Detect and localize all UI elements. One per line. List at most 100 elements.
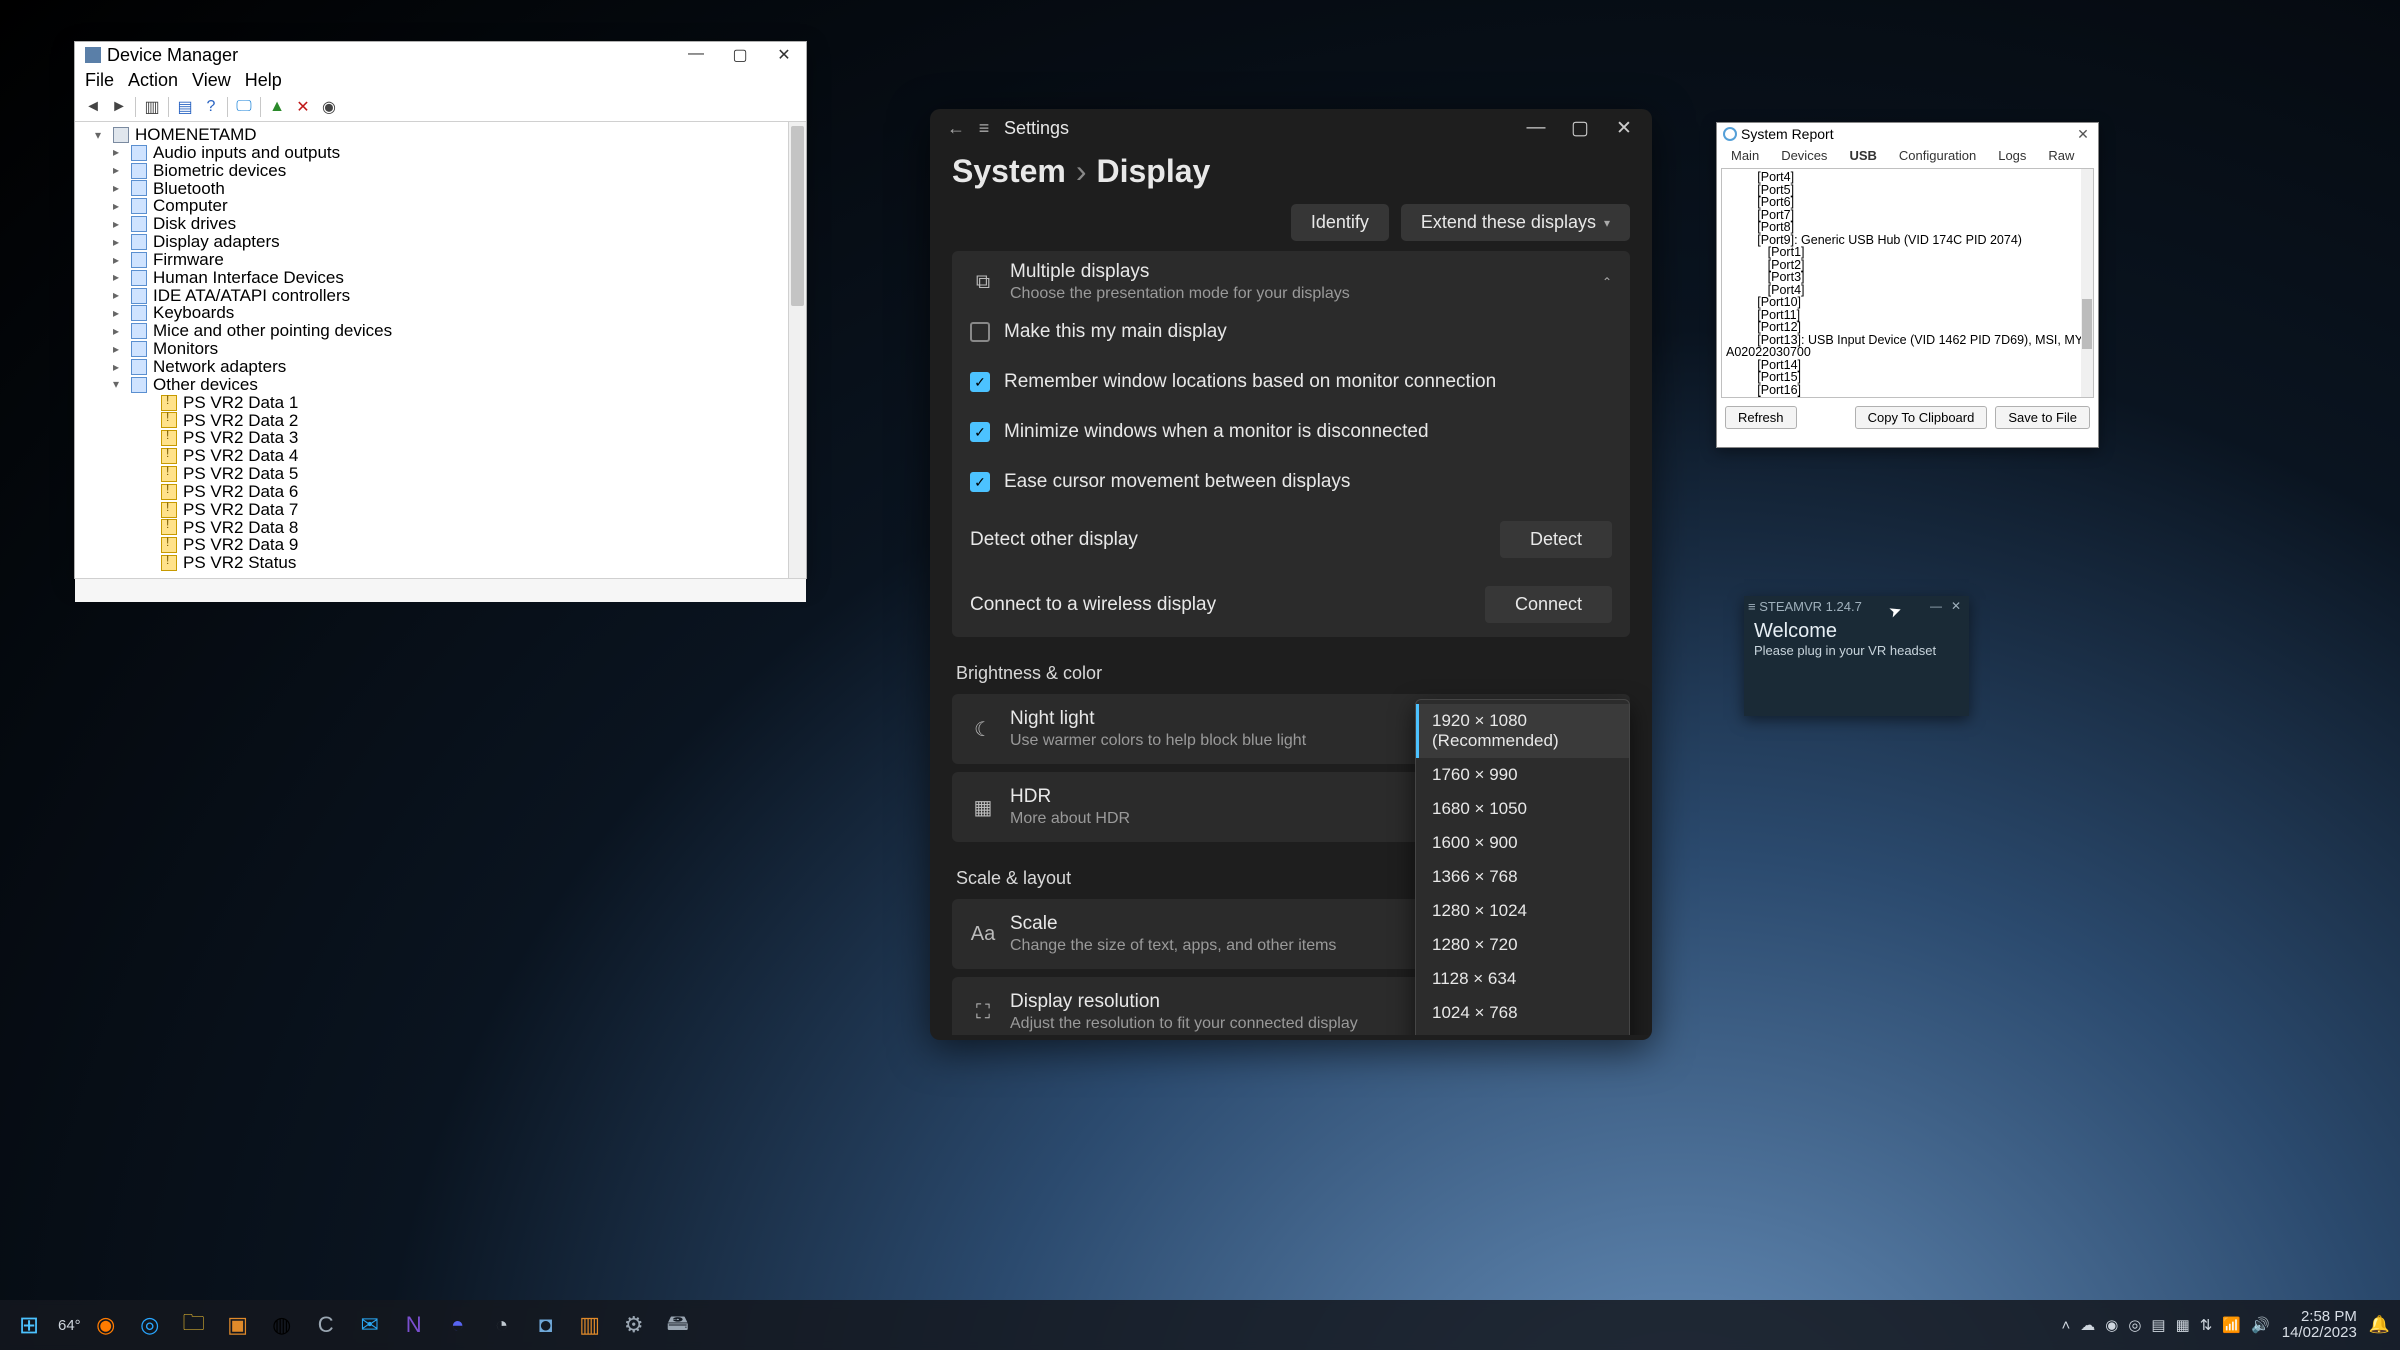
copilot-icon[interactable]: C: [307, 1306, 345, 1344]
steam-icon[interactable]: ◔: [483, 1306, 521, 1344]
sr-tab[interactable]: Configuration: [1889, 145, 1986, 166]
tree-device[interactable]: PS VR2 Status: [95, 554, 784, 572]
st-close-button[interactable]: ✕: [1602, 117, 1646, 140]
tree-device[interactable]: PS VR2 Data 9: [95, 536, 784, 554]
sr-tab[interactable]: Devices: [1771, 145, 1837, 166]
tree-category[interactable]: ▸Display adapters: [95, 233, 784, 251]
tree-category[interactable]: ▸Audio inputs and outputs: [95, 144, 784, 162]
tree-category[interactable]: ▸Bluetooth: [95, 180, 784, 198]
tree-category[interactable]: ▸Computer: [95, 197, 784, 215]
tree-category[interactable]: ▸Mice and other pointing devices: [95, 322, 784, 340]
tree-device[interactable]: PS VR2 Data 2: [95, 412, 784, 430]
forward-icon[interactable]: ►: [107, 95, 131, 119]
resolution-option[interactable]: 1280 × 720: [1416, 928, 1629, 962]
tray-icon[interactable]: ◉: [2105, 1316, 2118, 1334]
sr-tab[interactable]: Main: [1721, 145, 1769, 166]
tree-device[interactable]: PS VR2 Data 3: [95, 429, 784, 447]
sr-titlebar[interactable]: System Report ✕: [1717, 123, 2098, 145]
dm-maximize-button[interactable]: ▢: [718, 45, 762, 65]
resolution-option[interactable]: 800 × 600: [1416, 1030, 1629, 1035]
tree-device[interactable]: PS VR2 Data 1: [95, 394, 784, 412]
uninstall-device-icon[interactable]: ✕: [291, 95, 315, 119]
chevron-up-icon[interactable]: ⌃: [1602, 275, 1612, 289]
tree-category[interactable]: ▸Firmware: [95, 251, 784, 269]
st-minimize-button[interactable]: —: [1514, 117, 1558, 140]
update-driver-icon[interactable]: ◉: [317, 95, 341, 119]
wifi-icon[interactable]: 📶: [2222, 1316, 2241, 1334]
sr-scrollbar[interactable]: [2081, 169, 2093, 397]
back-icon[interactable]: ◄: [81, 95, 105, 119]
properties-icon[interactable]: ▤: [173, 95, 197, 119]
dm-minimize-button[interactable]: —: [674, 45, 718, 65]
tree-category[interactable]: ▸Disk drives: [95, 215, 784, 233]
tree-device[interactable]: PS VR2 Data 4: [95, 447, 784, 465]
dm-close-button[interactable]: ✕: [762, 45, 806, 65]
tray-icon[interactable]: ▦: [2176, 1316, 2190, 1334]
dm-titlebar[interactable]: Device Manager — ▢ ✕: [75, 42, 806, 68]
st-titlebar[interactable]: ← ≡ Settings — ▢ ✕: [930, 109, 1652, 147]
dm-menu-view[interactable]: View: [192, 70, 231, 91]
copy-clipboard-button[interactable]: Copy To Clipboard: [1855, 406, 1988, 429]
enable-device-icon[interactable]: ▲: [265, 95, 289, 119]
tree-device[interactable]: PS VR2 Data 5: [95, 465, 784, 483]
resolution-option[interactable]: 1128 × 634: [1416, 962, 1629, 996]
sv-titlebar[interactable]: ≡ STEAMVR 1.24.7 — ✕: [1744, 596, 1969, 616]
save-file-button[interactable]: Save to File: [1995, 406, 2090, 429]
tree-device[interactable]: PS VR2 Data 7: [95, 501, 784, 519]
resolution-option[interactable]: 1760 × 990: [1416, 758, 1629, 792]
chrome-icon[interactable]: ◍: [263, 1306, 301, 1344]
refresh-button[interactable]: Refresh: [1725, 406, 1797, 429]
resolution-dropdown[interactable]: 1920 × 1080 (Recommended)1760 × 9901680 …: [1415, 699, 1630, 1035]
sr-tab[interactable]: Raw: [2038, 145, 2084, 166]
crumb-system[interactable]: System: [952, 153, 1066, 189]
dm-scrollbar[interactable]: [788, 122, 806, 578]
app-icon-2[interactable]: ▥: [571, 1306, 609, 1344]
discord-icon[interactable]: ◓: [439, 1306, 477, 1344]
minimize-windows-checkbox[interactable]: ✓: [970, 422, 990, 442]
dm-tree[interactable]: ▾HOMENETAMD ▸Audio inputs and outputs▸Bi…: [75, 122, 788, 578]
tree-category[interactable]: ▸Keyboards: [95, 304, 784, 322]
sr-close-button[interactable]: ✕: [2068, 126, 2098, 143]
device-manager-taskbar-icon[interactable]: 🖴: [659, 1306, 697, 1344]
onenote-icon[interactable]: N: [395, 1306, 433, 1344]
identify-button[interactable]: Identify: [1291, 204, 1389, 241]
connect-button[interactable]: Connect: [1485, 586, 1612, 623]
notifications-icon[interactable]: 🔔: [2369, 1315, 2390, 1335]
resolution-option[interactable]: 1920 × 1080 (Recommended): [1416, 704, 1629, 758]
help-icon[interactable]: ?: [199, 95, 223, 119]
resolution-option[interactable]: 1280 × 1024: [1416, 894, 1629, 928]
ease-cursor-checkbox[interactable]: ✓: [970, 472, 990, 492]
nav-menu-icon[interactable]: ≡: [970, 118, 998, 139]
extend-displays-select[interactable]: Extend these displays▾: [1401, 204, 1630, 241]
explorer-icon[interactable]: 🗀: [175, 1306, 213, 1344]
dm-menu-action[interactable]: Action: [128, 70, 178, 91]
network-icon[interactable]: ⇅: [2200, 1316, 2213, 1334]
tree-device[interactable]: PS VR2 Data 6: [95, 483, 784, 501]
tree-category[interactable]: ▸Network adapters: [95, 358, 784, 376]
start-button[interactable]: ⊞: [10, 1306, 48, 1344]
show-hide-tree-icon[interactable]: ▥: [140, 95, 164, 119]
st-maximize-button[interactable]: ▢: [1558, 117, 1602, 140]
scan-hardware-icon[interactable]: 🖵: [232, 95, 256, 119]
tree-category[interactable]: ▸Human Interface Devices: [95, 269, 784, 287]
resolution-option[interactable]: 1680 × 1050: [1416, 792, 1629, 826]
onedrive-icon[interactable]: ☁: [2080, 1316, 2095, 1334]
tree-category[interactable]: ▸Monitors: [95, 340, 784, 358]
edge-icon[interactable]: ◎: [131, 1306, 169, 1344]
back-button[interactable]: ←: [942, 118, 970, 139]
main-display-checkbox[interactable]: [970, 322, 990, 342]
tree-device[interactable]: PS VR2 Data 8: [95, 519, 784, 537]
clock[interactable]: 2:58 PM 14/02/2023: [2282, 1309, 2357, 1342]
sv-minimize-button[interactable]: —: [1927, 599, 1945, 613]
app-icon[interactable]: ◘: [527, 1306, 565, 1344]
sr-tab[interactable]: Logs: [1988, 145, 2036, 166]
sr-tab[interactable]: USB: [1839, 145, 1886, 166]
store-icon[interactable]: ▣: [219, 1306, 257, 1344]
dm-menu-help[interactable]: Help: [245, 70, 282, 91]
weather-widget[interactable]: 64°: [58, 1317, 81, 1334]
tray-icon[interactable]: ◎: [2128, 1316, 2141, 1334]
hamburger-icon[interactable]: ≡: [1748, 599, 1756, 614]
sr-body[interactable]: [Port4] [Port5] [Port6] [Port7] [Port8] …: [1721, 168, 2094, 398]
system-tray[interactable]: ˄ ☁ ◉ ◎ ▤ ▦ ⇅ 📶 🔊: [2061, 1316, 2269, 1334]
settings-icon[interactable]: ⚙: [615, 1306, 653, 1344]
